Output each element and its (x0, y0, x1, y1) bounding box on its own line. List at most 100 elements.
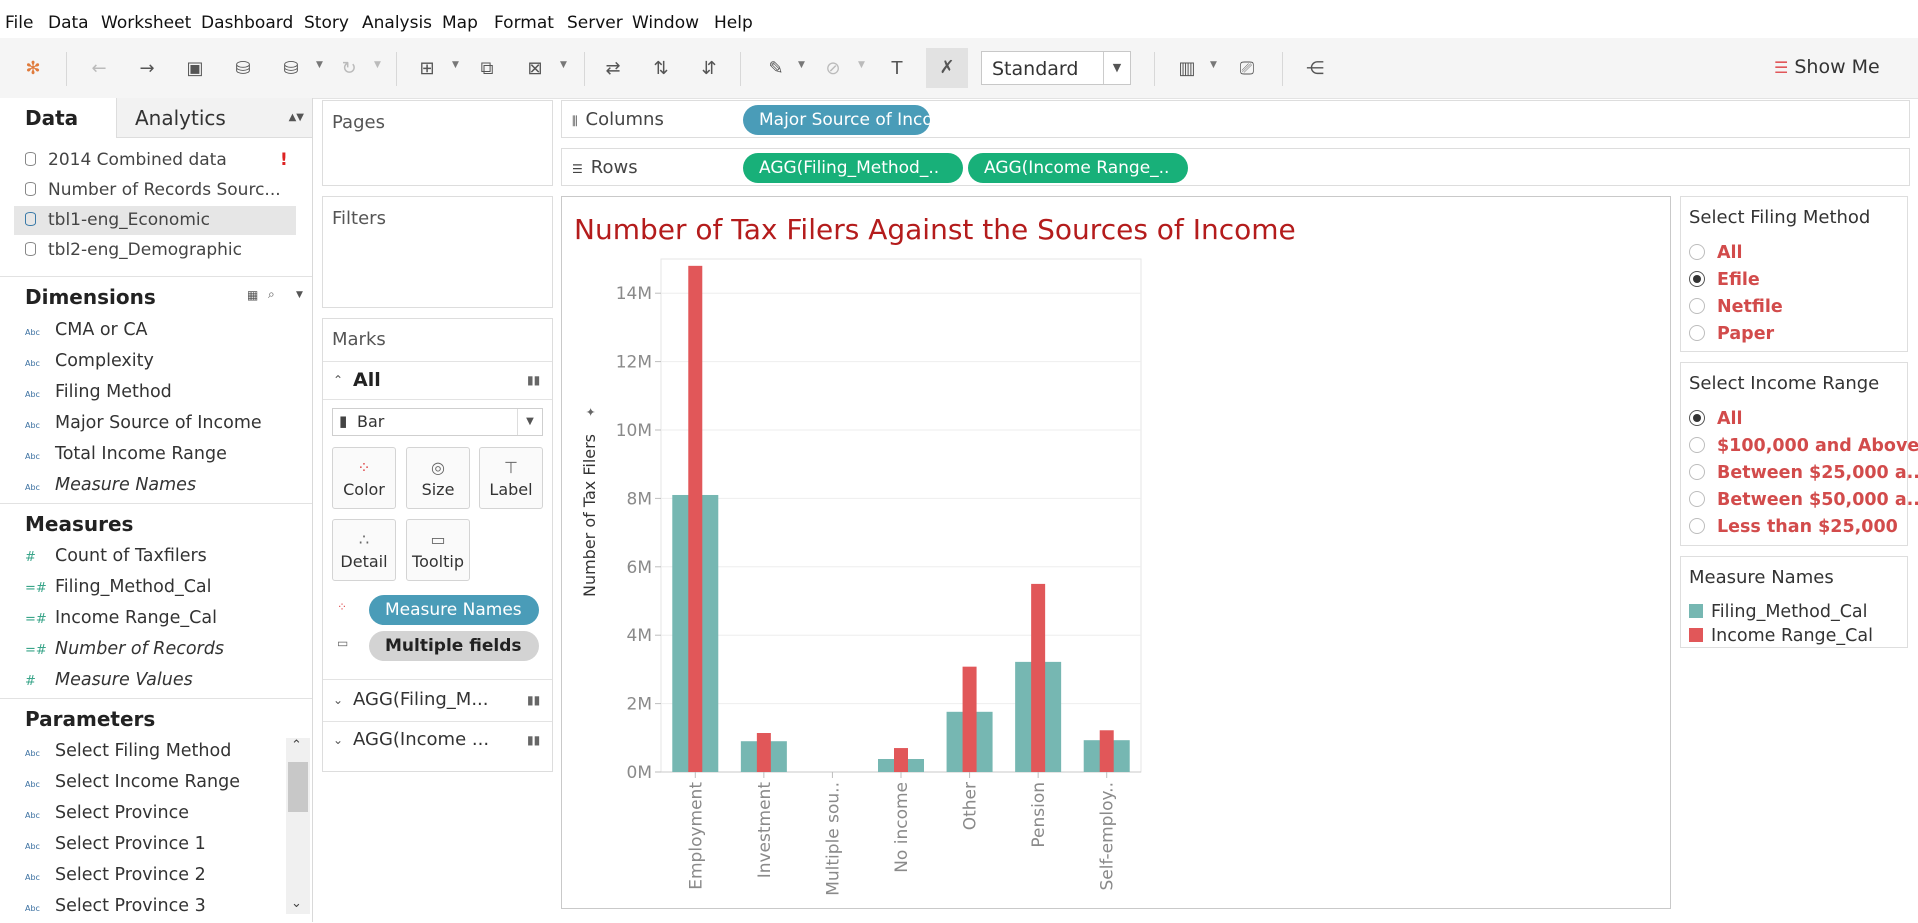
color-button[interactable]: ⁘ Color (332, 447, 396, 509)
menu-dashboard[interactable]: Dashboard (201, 13, 293, 33)
radio-option[interactable]: All (1689, 409, 1743, 429)
show-cards-icon[interactable]: ▥ (1174, 56, 1200, 82)
legend-item[interactable]: Filing_Method_Cal (1689, 602, 1868, 622)
dimension-field[interactable]: Abc CMA or CA (25, 316, 148, 344)
show-mark-labels-icon[interactable]: T (884, 56, 910, 82)
save-icon[interactable]: ▣ (182, 56, 208, 82)
rows-shelf[interactable]: ☰ Rows AGG(Filing_Method_.. AGG(Income Ra… (561, 148, 1910, 186)
parameter-field[interactable]: Abc Select Province (25, 799, 189, 827)
refresh-caret-icon[interactable]: ▼ (374, 60, 381, 70)
presentation-mode-icon[interactable]: ⎚ (1234, 56, 1260, 82)
menu-help[interactable]: Help (714, 13, 753, 33)
agg-filing-row[interactable]: AGG(Filing_M... (353, 689, 489, 710)
datasource-item[interactable]: tbl1-eng_Economic (25, 206, 210, 234)
show-me-button[interactable]: ☰ Show Me (1774, 56, 1880, 78)
show-cards-caret-icon[interactable]: ▼ (1210, 60, 1217, 70)
agg-income-row[interactable]: AGG(Income ... (353, 729, 489, 750)
parameter-field[interactable]: Abc Select Province 1 (25, 830, 206, 858)
datasource-item[interactable]: Number of Records Sourc... (25, 176, 281, 204)
refresh-icon[interactable]: ↻ (336, 56, 362, 82)
radio-option[interactable]: All (1689, 243, 1743, 263)
duplicate-sheet-icon[interactable]: ⧉ (474, 56, 500, 82)
menu-file[interactable]: File (5, 13, 33, 33)
size-button[interactable]: ◎ Size (406, 447, 470, 509)
search-icon[interactable]: ⌕ (268, 287, 275, 302)
new-worksheet-icon[interactable]: ⊞ (414, 56, 440, 82)
parameter-field[interactable]: Abc Select Income Range (25, 768, 240, 796)
menu-format[interactable]: Format (494, 13, 554, 33)
measure-field[interactable]: =# Filing_Method_Cal (25, 573, 212, 601)
radio-option[interactable]: Less than $25,000 (1689, 517, 1898, 537)
radio-option[interactable]: Between $25,000 a... (1689, 463, 1918, 483)
view-data-icon[interactable]: ▦ (247, 288, 258, 302)
tableau-logo-icon[interactable]: ✻ (20, 56, 46, 82)
legend-item[interactable]: Income Range_Cal (1689, 626, 1873, 646)
undo-icon[interactable]: ← (86, 56, 112, 82)
dimension-field[interactable]: Abc Complexity (25, 347, 154, 375)
tooltip-button[interactable]: ▭ Tooltip (406, 519, 470, 581)
label-button[interactable]: ⊤ Label (479, 447, 543, 509)
menu-worksheet[interactable]: Worksheet (101, 13, 191, 33)
tab-analytics[interactable]: Analytics ▲▼ (117, 98, 312, 138)
columns-shelf[interactable]: ⫼ Columns Major Source of Inco.. (561, 100, 1910, 138)
scrollbar-thumb[interactable] (288, 762, 308, 812)
parameter-field[interactable]: Abc Select Filing Method (25, 737, 231, 765)
radio-option[interactable]: $100,000 and Above (1689, 436, 1918, 456)
scroll-up-icon[interactable]: ⌃ (291, 738, 302, 753)
menu-story[interactable]: Story (304, 13, 349, 33)
redo-icon[interactable]: → (134, 56, 160, 82)
dimension-field[interactable]: Abc Total Income Range (25, 440, 227, 468)
scrollbar[interactable]: ⌃ ⌄ (286, 738, 310, 914)
clear-sheet-icon[interactable]: ⊠ (522, 56, 548, 82)
scroll-down-icon[interactable]: ⌄ (291, 896, 302, 911)
measure-field[interactable]: # Measure Values (25, 666, 193, 694)
parameter-field[interactable]: Abc Select Province 3 (25, 892, 206, 920)
sort-descending-icon[interactable]: ⇵ (696, 56, 722, 82)
marks-all-label[interactable]: All (353, 369, 381, 391)
multiple-fields-pill[interactable]: Multiple fields (369, 631, 539, 661)
pause-updates-icon[interactable]: ⛁ (278, 56, 304, 82)
detail-button[interactable]: ∴ Detail (332, 519, 396, 581)
radio-option[interactable]: Efile (1689, 270, 1760, 290)
rows-pill-filing[interactable]: AGG(Filing_Method_.. (743, 153, 963, 183)
dimension-field[interactable]: Abc Measure Names (25, 471, 196, 499)
menu-map[interactable]: Map (442, 13, 478, 33)
measure-field[interactable]: =# Income Range_Cal (25, 604, 217, 632)
radio-option[interactable]: Between $50,000 a... (1689, 490, 1918, 510)
swap-rows-columns-icon[interactable]: ⇄ (600, 56, 626, 82)
menu-analysis[interactable]: Analysis (362, 13, 432, 33)
datasource-item[interactable]: 2014 Combined data! (25, 146, 288, 174)
tab-data[interactable]: Data (0, 98, 117, 138)
dimension-field[interactable]: Abc Major Source of Income (25, 409, 262, 437)
fit-select[interactable]: Standard ▼ (981, 51, 1131, 85)
filters-card[interactable]: Filters (322, 196, 553, 308)
fix-axes-button[interactable]: ✗ (926, 48, 968, 88)
mark-type-select[interactable]: ▮ Bar ▼ (332, 408, 543, 436)
measure-names-pill[interactable]: Measure Names (369, 595, 539, 625)
pages-card[interactable]: Pages (322, 100, 553, 186)
measure-field[interactable]: =# Number of Records (25, 635, 224, 663)
group-members-icon[interactable]: ⊘ (820, 56, 846, 82)
columns-pill[interactable]: Major Source of Inco.. (743, 105, 930, 135)
datasource-item[interactable]: tbl2-eng_Demographic (25, 236, 242, 264)
radio-option[interactable]: Paper (1689, 324, 1774, 344)
new-worksheet-caret-icon[interactable]: ▼ (452, 60, 459, 70)
expand-icon[interactable]: ⌄ (333, 693, 343, 707)
radio-option[interactable]: Netfile (1689, 297, 1783, 317)
collapse-icon[interactable]: ⌃ (333, 373, 343, 387)
rows-pill-income[interactable]: AGG(Income Range_.. (968, 153, 1188, 183)
measure-field[interactable]: # Count of Taxfilers (25, 542, 207, 570)
highlight-icon[interactable]: ✎ (763, 56, 789, 82)
expand-icon[interactable]: ⌄ (333, 733, 343, 747)
menu-data[interactable]: Data (48, 13, 89, 33)
pause-updates-caret-icon[interactable]: ▼ (316, 60, 323, 70)
share-icon[interactable]: ⋲ (1302, 56, 1328, 82)
sort-ascending-icon[interactable]: ⇅ (648, 56, 674, 82)
menu-window[interactable]: Window (632, 13, 699, 33)
group-caret-icon[interactable]: ▼ (858, 60, 865, 70)
chevron-down-icon[interactable]: ▼ (296, 290, 303, 300)
highlight-caret-icon[interactable]: ▼ (798, 60, 805, 70)
parameter-field[interactable]: Abc Select Province 2 (25, 861, 206, 889)
clear-sheet-caret-icon[interactable]: ▼ (560, 60, 567, 70)
menu-server[interactable]: Server (567, 13, 623, 33)
